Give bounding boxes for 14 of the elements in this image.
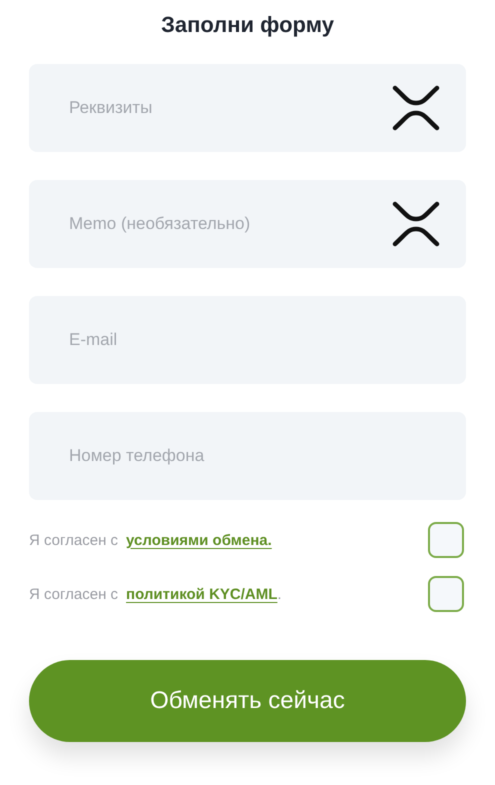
agreement-text: Я согласен с политикой KYC/AML.	[29, 586, 282, 602]
form-title: Заполни форму	[160, 11, 335, 39]
checkbox[interactable]	[428, 522, 464, 558]
input-field[interactable]: Memo (необязательно)	[29, 180, 466, 268]
exchange-button[interactable]: Обменять сейчас	[29, 660, 466, 742]
xrp-logo-icon	[392, 85, 440, 131]
input-field[interactable]: E-mail	[29, 296, 466, 384]
agreement-text: Я согласен с условиями обмена.	[29, 532, 272, 548]
checkbox[interactable]	[428, 576, 464, 612]
agreement-link[interactable]: условиями обмена.	[126, 532, 272, 548]
input-field[interactable]: Номер телефона	[29, 412, 466, 500]
xrp-logo-icon	[392, 201, 440, 247]
agreement-link[interactable]: политикой KYC/AML	[126, 586, 278, 602]
input-field[interactable]: Реквизиты	[29, 64, 466, 152]
